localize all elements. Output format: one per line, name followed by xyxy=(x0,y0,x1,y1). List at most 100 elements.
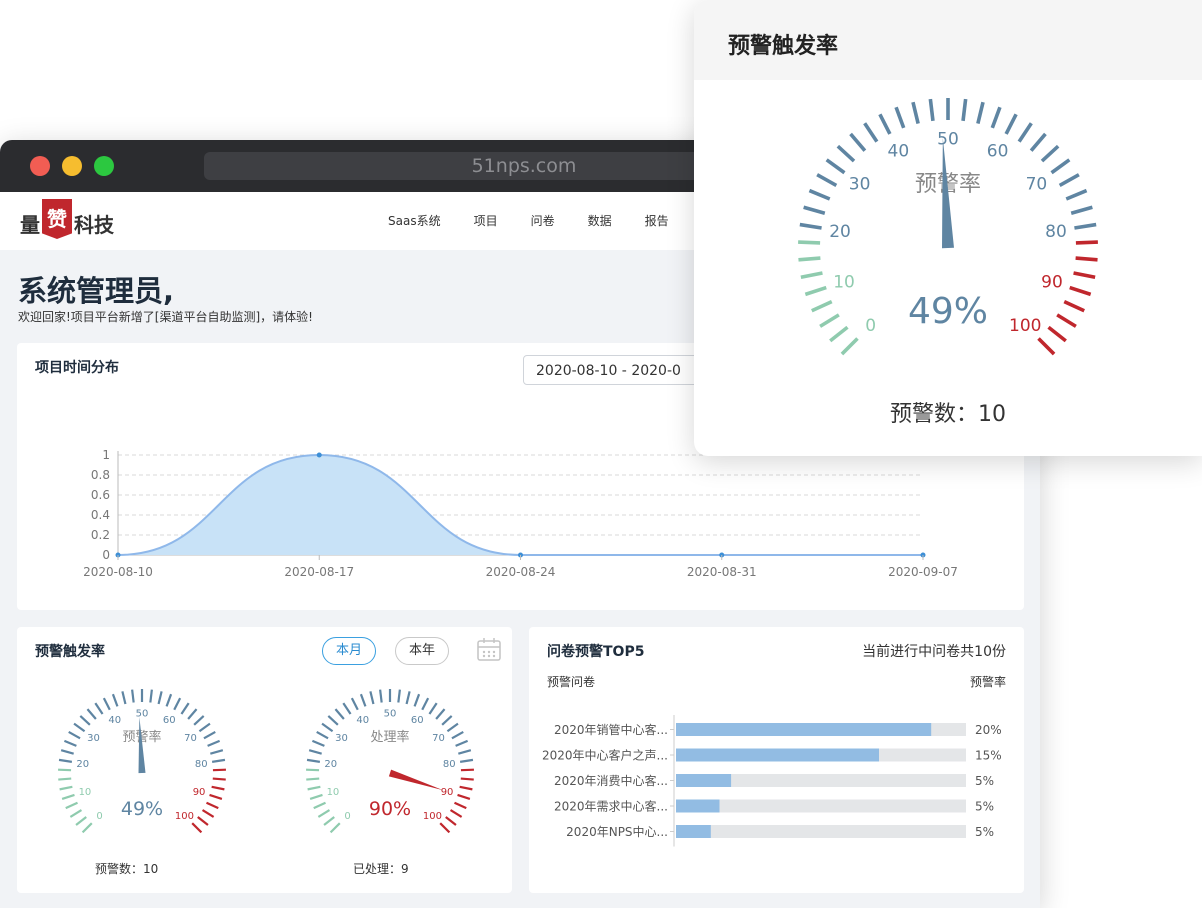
nav-item-surveys[interactable]: 问卷 xyxy=(531,192,555,250)
handled-count-caption: 已处理：9 xyxy=(353,862,409,876)
gauge-tick xyxy=(359,693,367,707)
gauge-tick-label: 10 xyxy=(833,273,855,293)
gauge-tick xyxy=(350,697,359,711)
gauge-tick xyxy=(1017,122,1033,143)
bar-fill xyxy=(676,799,720,813)
gauge-tick xyxy=(131,689,135,703)
gauge-tick xyxy=(197,816,209,826)
gauge-tick xyxy=(1075,256,1098,262)
bar-track xyxy=(676,825,966,838)
gauge-tick xyxy=(1065,188,1088,201)
x-tick-label: 2020-08-31 xyxy=(687,565,757,579)
nav-item-saas[interactable]: Saas系统 xyxy=(388,192,441,250)
gauge-tick xyxy=(209,793,223,801)
bar-fill xyxy=(676,774,732,787)
nav-item-reports[interactable]: 报告 xyxy=(645,192,669,250)
gauge-tick xyxy=(206,801,219,810)
gauge-needle xyxy=(388,769,444,791)
gauge-tick xyxy=(397,689,401,703)
gauge-tick xyxy=(840,337,859,356)
gauge-tick xyxy=(451,730,464,740)
gauge-tick xyxy=(313,801,326,810)
gauge-tick xyxy=(210,749,224,755)
gauge-tick-label: 80 xyxy=(1045,222,1067,242)
gauge-tick-label: 60 xyxy=(411,715,424,726)
gauge-tick xyxy=(1073,271,1096,280)
gauge-tick xyxy=(459,758,474,763)
gauge-tick-label: 40 xyxy=(356,715,369,726)
alert-rate-title: 预警触发率 xyxy=(35,644,105,660)
gauge-tick xyxy=(836,144,856,163)
popup-gauge: 0102030405060708090100预警率49% xyxy=(798,98,1098,356)
gauge-tick xyxy=(825,158,846,175)
gauge-tick xyxy=(201,809,215,818)
gauge-tick-label: 30 xyxy=(87,733,100,744)
gauge-tick xyxy=(111,693,119,707)
gauge-tick xyxy=(1074,222,1097,230)
alert-rate-card: 预警触发率 本月 本年 0 10 20 30 40 50 60 70 80 90 100 预警率 49%… xyxy=(17,627,512,893)
gauge-tick xyxy=(207,739,221,747)
nav-item-data[interactable]: 数据 xyxy=(588,192,612,250)
alert-count-caption: 预警数：10 xyxy=(95,862,159,876)
gauge-tick xyxy=(458,749,472,755)
gauge-tick xyxy=(61,793,75,801)
gauge-tick xyxy=(803,205,826,215)
gauge-tick xyxy=(58,768,72,772)
gauge-tick-label: 60 xyxy=(163,715,176,726)
handled-rate-gauge: 0 10 20 30 40 50 60 70 80 90 100 处理率 90% xyxy=(306,689,474,834)
calendar-icon[interactable] xyxy=(476,637,502,663)
gauge-tick xyxy=(329,822,341,834)
gauge-value: 90% xyxy=(369,798,411,820)
alert-rate-gauge: 0102030405060708090100预警率49% xyxy=(58,689,226,834)
gauge-tick xyxy=(94,702,104,715)
bar-value-label: 5% xyxy=(975,774,994,788)
toggle-year-button[interactable]: 本年 xyxy=(395,637,449,665)
bar-value-label: 20% xyxy=(975,723,1002,737)
company-logo[interactable]: 量 赞 科技 xyxy=(20,199,114,240)
gauge-tick xyxy=(306,758,321,763)
bar-fill xyxy=(676,748,879,762)
gauge-tick xyxy=(428,702,438,715)
gauge-tick xyxy=(798,240,821,245)
area-fill xyxy=(118,455,923,555)
y-tick-label: 0.6 xyxy=(91,488,110,502)
minimize-window-button[interactable] xyxy=(62,156,82,176)
gauge-tick xyxy=(1069,285,1092,297)
main-menu: Saas系统 项目 问卷 数据 报告 xyxy=(388,192,702,250)
gauge-tick xyxy=(460,768,474,772)
gauge-tick xyxy=(203,730,216,740)
gauge-tick xyxy=(342,702,352,715)
gauge-tick-label: 100 xyxy=(423,811,442,822)
gauge-tick xyxy=(212,768,226,772)
gauge-tick xyxy=(79,715,91,726)
gauge-tick-label: 40 xyxy=(888,142,910,162)
gauge-tick xyxy=(306,777,320,781)
logo-part-3: 科技 xyxy=(74,212,114,237)
gauge-tick xyxy=(187,708,198,720)
maximize-window-button[interactable] xyxy=(94,156,114,176)
y-tick-label: 0 xyxy=(102,548,110,562)
close-window-button[interactable] xyxy=(30,156,50,176)
gauge-tick xyxy=(441,715,453,726)
gauge-tick xyxy=(307,785,321,791)
gauge-tick-label: 10 xyxy=(327,787,340,798)
gauge-tick xyxy=(455,739,469,747)
top5-summary: 当前进行中问卷共10份 xyxy=(862,644,1006,660)
gauge-tick xyxy=(316,730,329,740)
nav-item-projects[interactable]: 项目 xyxy=(474,192,498,250)
gauge-tick-label: 20 xyxy=(829,222,851,242)
gauge-tick-label: 20 xyxy=(76,759,89,770)
gauge-tick xyxy=(878,113,892,135)
toggle-month-button[interactable]: 本月 xyxy=(322,637,376,665)
gauge-tick-label: 90 xyxy=(441,787,454,798)
gauge-tick xyxy=(1050,158,1071,175)
survey-name: 2020年需求中心客... xyxy=(554,799,668,814)
gauge-tick xyxy=(811,299,833,313)
gauge-tick xyxy=(157,691,163,705)
top5-bar-chart: 2020年销管中心客... 20% 2020年中心客户之声... 15% 2020年消费… xyxy=(542,715,1002,847)
gauge-tick xyxy=(454,801,467,810)
gauge-tick xyxy=(58,758,73,763)
gauge-tick xyxy=(173,697,182,711)
top5-col-survey: 预警问卷 xyxy=(547,675,596,689)
gauge-tick xyxy=(1058,173,1080,188)
